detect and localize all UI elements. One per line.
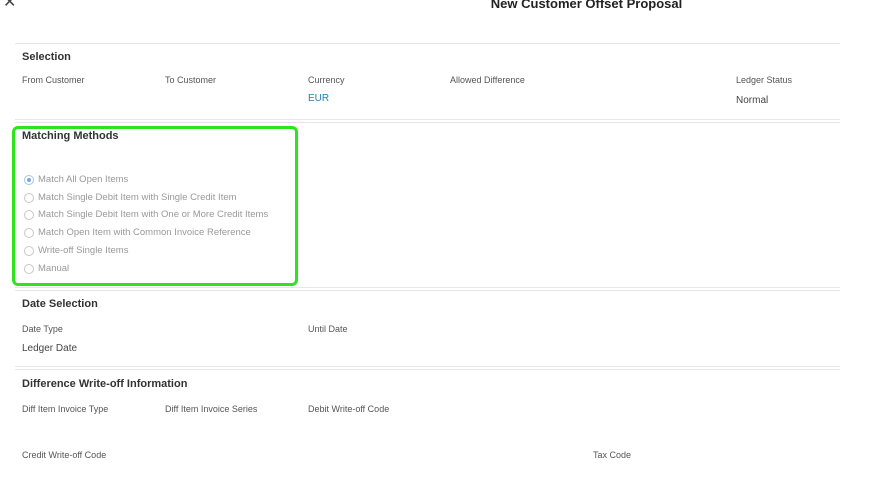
radio-match-all-open-items[interactable]: Match All Open Items	[24, 172, 128, 187]
radio-button[interactable]	[24, 209, 34, 220]
currency-label: Currency	[308, 75, 345, 85]
ledger-status-label: Ledger Status	[736, 75, 793, 85]
diff-item-invoice-type-label: Diff Item Invoice Type	[22, 404, 109, 414]
from-customer-label: From Customer	[22, 75, 85, 85]
date-type-value[interactable]: Ledger Date	[22, 343, 77, 354]
date-selection-panel: Date Selection Date Type Ledger Date Unt…	[15, 290, 840, 367]
radio-label: Match All Open Items	[38, 174, 129, 185]
radio-button[interactable]	[24, 227, 34, 238]
ledger-status-value: Normal	[736, 95, 769, 106]
credit-writeoff-code-label: Credit Write-off Code	[22, 450, 107, 460]
radio-label: Match Single Debit Item with Single Cred…	[38, 192, 237, 203]
selection-panel: Selection From Customer To Customer Curr…	[15, 43, 840, 120]
radio-button[interactable]	[24, 192, 34, 203]
difference-writeoff-panel: Difference Write-off Information Diff It…	[15, 369, 840, 490]
radio-label: Write-off Single Items	[38, 245, 129, 256]
radio-manual[interactable]: Manual	[24, 261, 69, 276]
radio-button[interactable]	[24, 245, 34, 256]
allowed-difference-label: Allowed Difference	[450, 75, 525, 85]
radio-write-off-single-items[interactable]: Write-off Single Items	[24, 243, 128, 258]
selection-title: Selection	[22, 51, 71, 63]
radio-match-single-debit-single-credit[interactable]: Match Single Debit Item with Single Cred…	[24, 190, 237, 205]
radio-label: Match Open Item with Common Invoice Refe…	[38, 227, 251, 238]
currency-value[interactable]: EUR	[308, 93, 329, 104]
to-customer-label: To Customer	[165, 75, 217, 85]
radio-label: Match Single Debit Item with One or More…	[38, 209, 269, 220]
until-date-label: Until Date	[308, 324, 348, 334]
radio-match-single-debit-multiple-credit[interactable]: Match Single Debit Item with One or More…	[24, 207, 268, 222]
matching-methods-title: Matching Methods	[22, 130, 119, 142]
debit-writeoff-code-label: Debit Write-off Code	[308, 404, 390, 414]
diff-item-invoice-series-label: Diff Item Invoice Series	[165, 404, 258, 414]
radio-match-common-invoice-reference[interactable]: Match Open Item with Common Invoice Refe…	[24, 225, 251, 240]
radio-button[interactable]	[24, 263, 34, 274]
dialog-title: New Customer Offset Proposal	[490, 0, 683, 11]
difference-writeoff-title: Difference Write-off Information	[22, 378, 188, 390]
radio-button[interactable]	[24, 174, 34, 185]
date-type-label: Date Type	[22, 324, 63, 334]
date-selection-title: Date Selection	[22, 298, 98, 310]
matching-methods-panel: Matching Methods Match All Open Items Ma…	[15, 122, 840, 288]
radio-label: Manual	[38, 263, 70, 274]
tax-code-label: Tax Code	[593, 450, 632, 460]
